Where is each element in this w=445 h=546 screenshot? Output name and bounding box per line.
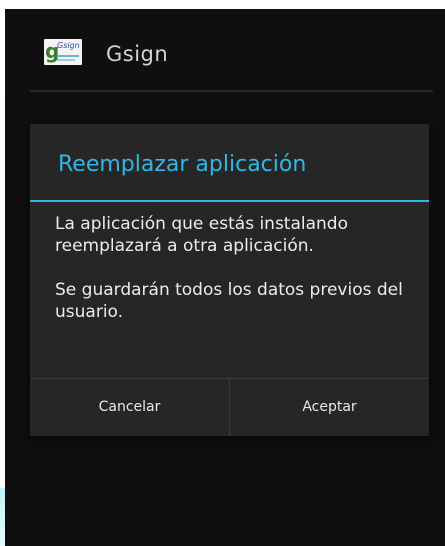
dialog-button-bar: Cancelar Aceptar xyxy=(30,378,429,436)
dialog-message: La aplicación que estás instalando reemp… xyxy=(55,213,415,323)
cancel-button[interactable]: Cancelar xyxy=(30,379,229,436)
app-icon-text: Gsign xyxy=(57,41,80,50)
accept-button[interactable]: Aceptar xyxy=(230,379,429,436)
action-bar-divider xyxy=(30,90,433,92)
app-icon-stripe-secondary xyxy=(57,59,75,61)
gsign-app-icon: g Gsign xyxy=(44,39,82,65)
device-screen: g Gsign Gsign Reemplazar aplicación La a… xyxy=(5,9,445,546)
dialog-title: Reemplazar aplicación xyxy=(58,152,307,177)
dialog-message-replace: La aplicación que estás instalando reemp… xyxy=(55,214,348,256)
app-title: Gsign xyxy=(106,42,169,66)
dialog-message-data: Se guardarán todos los datos previos del… xyxy=(55,280,403,322)
app-icon-stripe xyxy=(57,55,79,57)
screen: g Gsign Gsign Reemplazar aplicación La a… xyxy=(0,0,445,546)
action-bar: g Gsign Gsign xyxy=(5,9,445,91)
dialog-title-divider xyxy=(30,200,429,202)
replace-app-dialog: Reemplazar aplicación La aplicación que … xyxy=(30,124,429,436)
